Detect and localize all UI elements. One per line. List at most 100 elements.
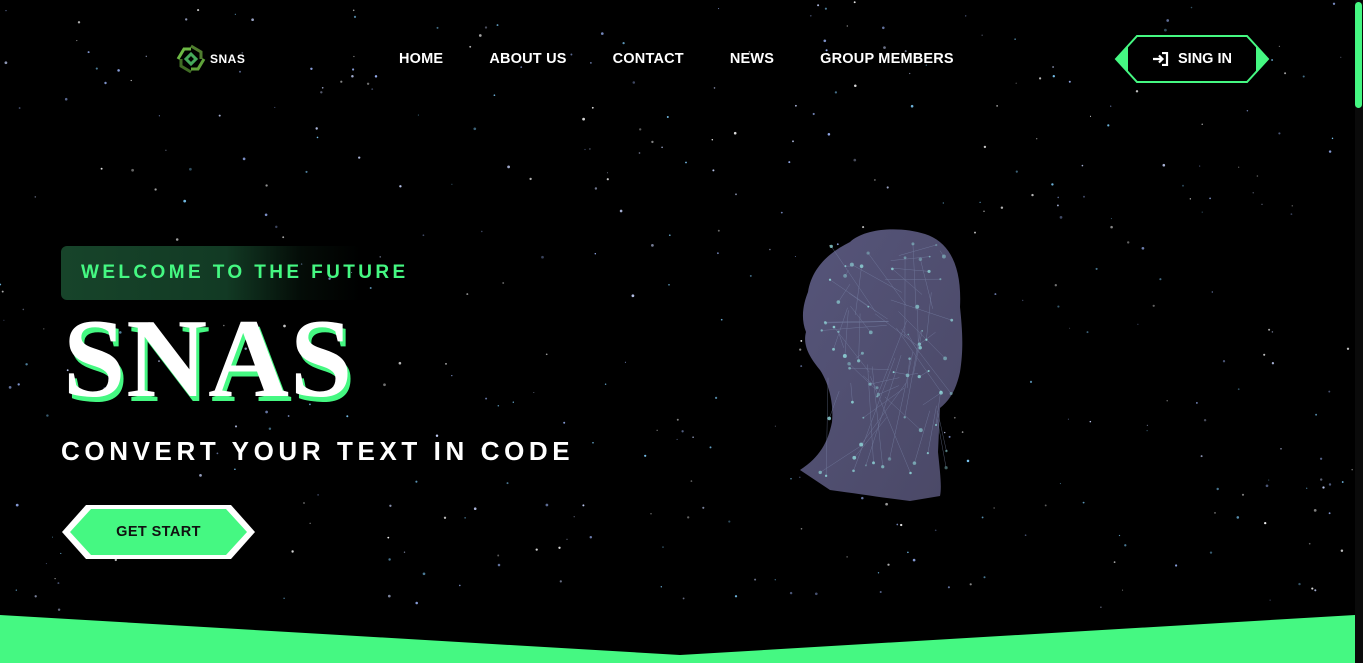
sign-in-button[interactable]: SING IN bbox=[1114, 35, 1270, 83]
star bbox=[264, 213, 268, 217]
star bbox=[947, 586, 950, 589]
star bbox=[592, 441, 594, 444]
nav-home[interactable]: HOME bbox=[399, 51, 443, 67]
star bbox=[485, 397, 488, 400]
star bbox=[541, 255, 544, 259]
star bbox=[1059, 483, 1061, 485]
star bbox=[566, 538, 568, 540]
star bbox=[1175, 564, 1178, 567]
star bbox=[718, 8, 720, 10]
star bbox=[1271, 331, 1274, 333]
star bbox=[600, 32, 604, 35]
star bbox=[371, 88, 374, 90]
star bbox=[582, 504, 585, 507]
star bbox=[1211, 291, 1213, 293]
star bbox=[1127, 241, 1130, 244]
star bbox=[22, 308, 25, 311]
star bbox=[353, 15, 357, 19]
star bbox=[1118, 534, 1121, 537]
star bbox=[399, 185, 402, 188]
star bbox=[481, 230, 483, 233]
star bbox=[817, 4, 820, 7]
hero-title: SNAS bbox=[63, 297, 354, 421]
star bbox=[1095, 267, 1098, 270]
star bbox=[1237, 388, 1240, 391]
star bbox=[814, 592, 818, 596]
star bbox=[1031, 193, 1034, 197]
scrollbar-thumb[interactable] bbox=[1355, 2, 1362, 108]
star bbox=[234, 468, 236, 471]
star bbox=[1189, 198, 1191, 200]
star bbox=[422, 572, 426, 576]
star bbox=[1022, 299, 1024, 302]
star bbox=[606, 172, 609, 174]
nav-group-members[interactable]: GROUP MEMBERS bbox=[820, 51, 954, 67]
star bbox=[379, 256, 381, 258]
star bbox=[1252, 192, 1254, 194]
brand-logo[interactable]: SNAS bbox=[175, 43, 245, 75]
nav-news[interactable]: NEWS bbox=[730, 51, 774, 67]
nav-about-us[interactable]: ABOUT US bbox=[489, 51, 566, 67]
star bbox=[234, 425, 238, 428]
star bbox=[502, 282, 505, 284]
star bbox=[676, 418, 679, 421]
star bbox=[1015, 170, 1018, 173]
star bbox=[77, 21, 81, 24]
star bbox=[1302, 75, 1305, 78]
star bbox=[650, 513, 652, 515]
star bbox=[662, 546, 664, 548]
star bbox=[792, 140, 794, 143]
star bbox=[451, 374, 453, 377]
star bbox=[1332, 2, 1336, 5]
star bbox=[1199, 165, 1201, 167]
star bbox=[1291, 205, 1293, 207]
star bbox=[3, 319, 5, 321]
star bbox=[619, 209, 623, 213]
star bbox=[934, 529, 937, 532]
star bbox=[242, 157, 246, 161]
star bbox=[606, 178, 609, 181]
tagline-text: WELCOME TO THE FUTURE bbox=[81, 262, 409, 283]
star bbox=[702, 506, 705, 509]
star bbox=[624, 361, 626, 363]
star bbox=[54, 577, 56, 580]
star bbox=[713, 87, 716, 89]
star bbox=[1298, 582, 1301, 586]
star bbox=[1265, 484, 1269, 488]
star bbox=[234, 13, 236, 15]
nav-contact[interactable]: CONTACT bbox=[613, 51, 684, 67]
star bbox=[1015, 82, 1017, 84]
star bbox=[387, 594, 391, 598]
star bbox=[1341, 481, 1344, 483]
star bbox=[305, 170, 308, 173]
star bbox=[668, 234, 671, 237]
star bbox=[639, 128, 642, 131]
star bbox=[545, 353, 548, 356]
star bbox=[104, 81, 107, 85]
star bbox=[1313, 509, 1317, 512]
star bbox=[1000, 206, 1004, 209]
star bbox=[1110, 218, 1112, 220]
star bbox=[1051, 183, 1054, 186]
sign-in-label: SING IN bbox=[1178, 51, 1232, 67]
star bbox=[846, 25, 848, 27]
hero-subtitle: CONVERT YOUR TEXT IN CODE bbox=[61, 436, 575, 466]
star bbox=[638, 152, 641, 154]
star bbox=[45, 563, 47, 565]
star bbox=[1057, 196, 1060, 199]
star bbox=[812, 112, 815, 116]
star bbox=[681, 430, 684, 433]
star bbox=[1331, 137, 1334, 140]
get-start-button[interactable]: GET START bbox=[60, 503, 257, 561]
star bbox=[1328, 390, 1331, 393]
star bbox=[685, 161, 687, 164]
star bbox=[788, 161, 791, 164]
star bbox=[175, 238, 179, 241]
star bbox=[4, 61, 8, 65]
star bbox=[422, 234, 425, 237]
star bbox=[366, 82, 370, 85]
star bbox=[1319, 457, 1323, 460]
star bbox=[651, 244, 654, 247]
star bbox=[493, 94, 496, 97]
star bbox=[512, 401, 514, 403]
